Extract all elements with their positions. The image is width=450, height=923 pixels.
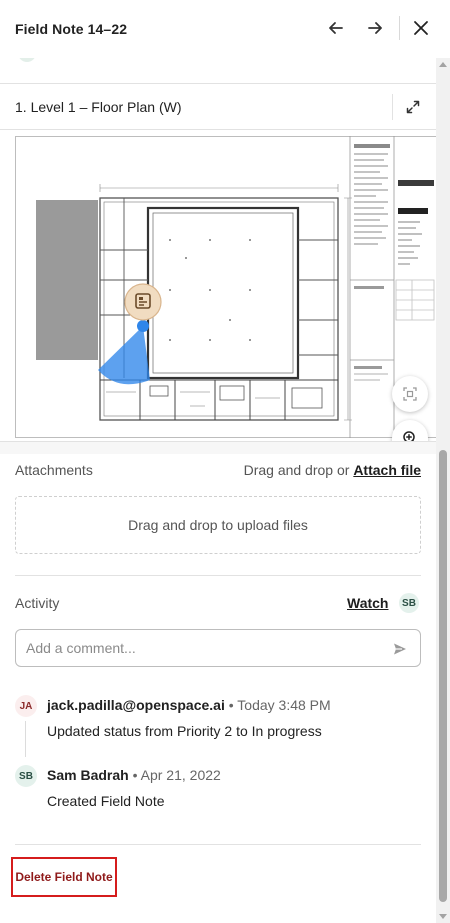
floor-plan-drawing <box>36 136 435 438</box>
avatar: JA <box>15 695 37 717</box>
plan-bar-divider <box>392 94 393 120</box>
activity-separator: • <box>128 767 141 783</box>
floor-plan-title: 1. Level 1 – Floor Plan (W) <box>15 98 182 115</box>
watcher-avatar[interactable]: SB <box>399 593 419 613</box>
activity-author: Sam Badrah <box>47 767 129 783</box>
details-row-partial <box>0 58 436 84</box>
zoom-controls <box>392 420 428 441</box>
arrow-left-icon <box>329 22 343 34</box>
page-title: Field Note 14–22 <box>15 21 128 37</box>
from-status: Priority 2 <box>176 723 233 739</box>
activity-time: Today 3:48 PM <box>237 697 331 713</box>
scrollbar-thumb[interactable] <box>439 450 447 902</box>
comment-box <box>15 629 421 667</box>
attach-hint: Drag and drop or Attach file <box>244 462 421 478</box>
fit-view-button[interactable] <box>392 376 428 412</box>
avatar-partial <box>18 58 36 62</box>
scroll-down-arrow[interactable] <box>439 914 447 919</box>
delete-field-note-button[interactable]: Delete Field Note <box>11 857 117 897</box>
dropzone-text: Drag and drop to upload files <box>128 517 308 533</box>
section-divider <box>15 844 421 845</box>
activity-text: Updated status from Priority 2 to In pro… <box>47 723 322 739</box>
activity-label: Activity <box>15 595 60 611</box>
activity-text-prefix: Updated status from <box>47 723 177 739</box>
activity-header: Activity Watch SB <box>15 593 421 615</box>
upload-dropzone[interactable]: Drag and drop to upload files <box>15 496 421 554</box>
activity-author: jack.padilla@openspace.ai <box>47 697 225 713</box>
watch-link[interactable]: Watch <box>347 595 388 611</box>
expand-icon <box>406 100 420 114</box>
close-button[interactable] <box>407 14 435 42</box>
activity-time: Apr 21, 2022 <box>140 767 221 783</box>
arrow-right-icon <box>368 22 382 34</box>
zoom-in-icon <box>403 431 415 441</box>
next-button[interactable] <box>361 14 389 42</box>
field-note-content: 1. Level 1 – Floor Plan (W) Attachments … <box>0 58 436 923</box>
fit-view-icon <box>403 387 417 401</box>
comment-input[interactable] <box>26 638 366 658</box>
attach-file-link[interactable]: Attach file <box>353 462 421 478</box>
delete-button-label: Delete Field Note <box>15 870 113 884</box>
activity-text: Created Field Note <box>47 793 165 809</box>
attachments-header: Attachments Drag and drop or Attach file <box>15 462 421 482</box>
floor-plan-map[interactable] <box>0 130 436 442</box>
activity-separator: • <box>224 697 238 713</box>
to-status: In progress <box>251 723 322 739</box>
activity-meta: Sam Badrah • Apr 21, 2022 <box>47 767 221 783</box>
previous-button[interactable] <box>322 14 350 42</box>
zoom-in-button[interactable] <box>392 420 428 441</box>
avatar: SB <box>15 765 37 787</box>
close-icon <box>414 21 428 35</box>
scroll-up-arrow[interactable] <box>439 62 447 67</box>
attachments-label: Attachments <box>15 462 93 478</box>
scrollbar[interactable] <box>436 58 450 923</box>
expand-button[interactable] <box>403 97 423 117</box>
send-comment-button[interactable] <box>390 639 410 659</box>
header-divider <box>399 16 400 40</box>
activity-text-mid: to <box>232 723 252 739</box>
attach-hint-text: Drag and drop or <box>243 462 350 478</box>
activity-thread-line <box>25 721 26 757</box>
activity-meta: jack.padilla@openspace.ai • Today 3:48 P… <box>47 697 331 713</box>
panel-header: Field Note 14–22 <box>0 0 450 58</box>
send-icon <box>394 643 406 655</box>
floor-plan-bar: 1. Level 1 – Floor Plan (W) <box>0 84 436 130</box>
section-spacer <box>0 442 436 454</box>
section-divider <box>15 575 421 576</box>
